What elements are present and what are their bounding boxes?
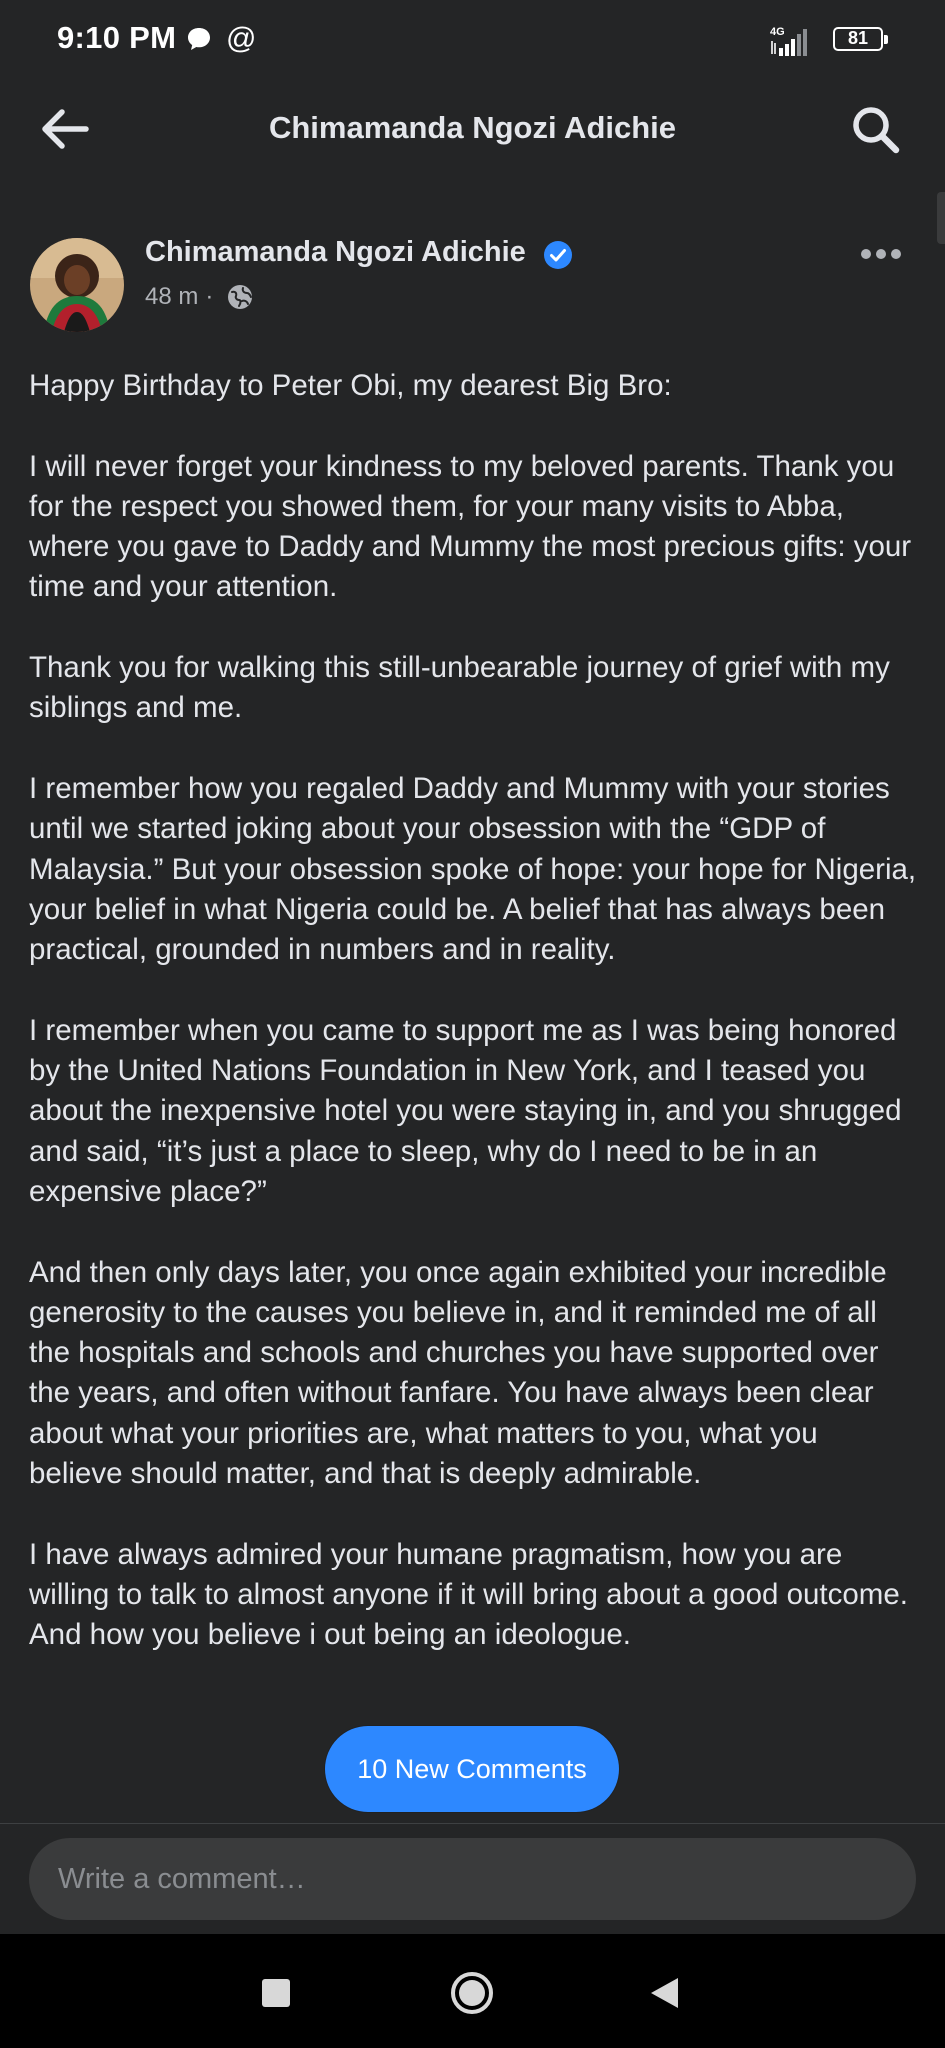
- navigation-bar: [0, 1934, 945, 2048]
- post-meta: 48 m ·: [145, 283, 254, 311]
- page-header: Chimamanda Ngozi Adichie: [0, 84, 945, 176]
- chat-bubble-icon: [188, 28, 210, 50]
- post-paragraph: I remember when you came to support me a…: [29, 1013, 902, 1208]
- author-name[interactable]: Chimamanda Ngozi Adichie: [145, 236, 526, 269]
- comment-bar: [0, 1823, 945, 1934]
- post-paragraph: Thank you for walking this still-unbeara…: [29, 651, 890, 725]
- comment-input[interactable]: [29, 1838, 916, 1920]
- home-circle-icon[interactable]: [450, 1971, 494, 2015]
- post-time[interactable]: 48 m: [145, 283, 198, 311]
- back-triangle-icon[interactable]: [648, 1976, 680, 2010]
- page-title: Chimamanda Ngozi Adichie: [268, 110, 677, 145]
- post-paragraph: I will never forget your kindness to my …: [29, 449, 912, 604]
- more-dots-icon[interactable]: [858, 240, 904, 268]
- scrollbar[interactable]: [937, 192, 945, 244]
- avatar-image: [30, 238, 124, 332]
- battery-tip: [884, 35, 888, 44]
- recents-square-icon[interactable]: [262, 1979, 290, 2007]
- globe-icon[interactable]: [226, 283, 254, 311]
- signal-icon: 4G: [770, 26, 807, 56]
- post-body: Happy Birthday to Peter Obi, my dearest …: [29, 366, 919, 1656]
- battery-level: 81: [833, 27, 883, 51]
- post-paragraph: I have always admired your humane pragma…: [29, 1537, 908, 1611]
- post-paragraph: And how you believe i out being an ideol…: [29, 1618, 631, 1652]
- post-paragraph: I remember how you regaled Daddy and Mum…: [29, 771, 917, 967]
- post-paragraph: And then only days later, you once again…: [29, 1255, 887, 1491]
- post-paragraph: Happy Birthday to Peter Obi, my dearest …: [29, 369, 672, 402]
- verified-badge-icon: [544, 241, 572, 269]
- battery-icon: 81: [833, 27, 891, 55]
- meta-separator: ·: [205, 283, 214, 310]
- at-sign-icon: @: [226, 22, 257, 55]
- network-type-label: 4G: [770, 26, 785, 38]
- status-bar: 9:10 PM @ 4G 81: [0, 0, 945, 84]
- search-icon[interactable]: [848, 102, 904, 158]
- new-comments-button[interactable]: 10 New Comments: [325, 1726, 619, 1812]
- status-time: 9:10 PM: [57, 20, 177, 55]
- avatar[interactable]: [30, 238, 124, 332]
